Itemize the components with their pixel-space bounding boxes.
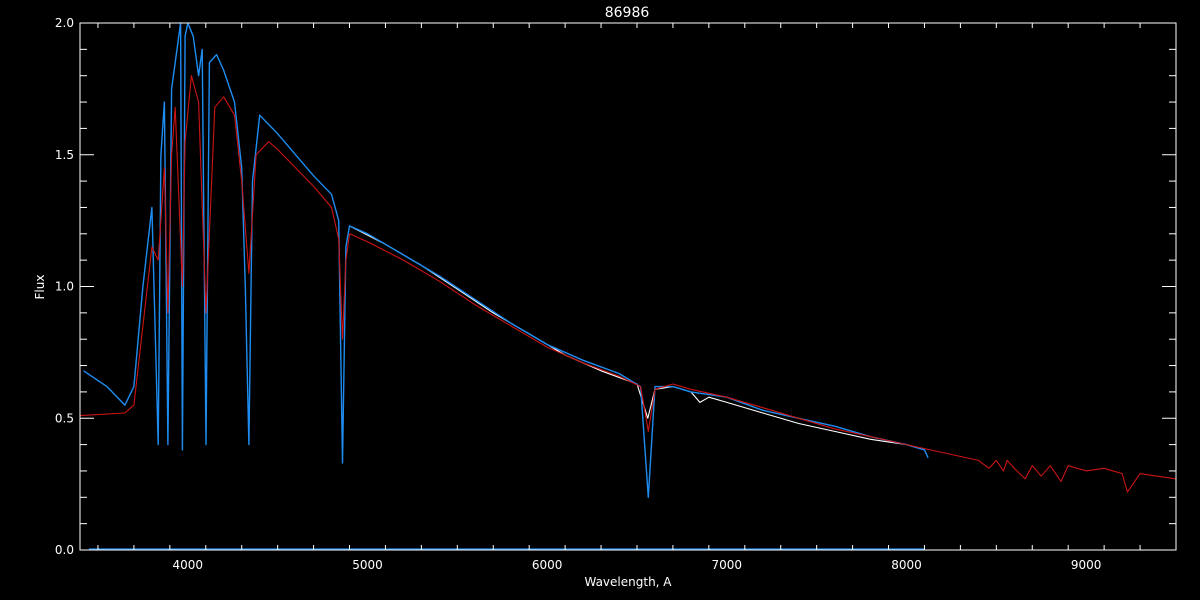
x-tick-label: 5000 <box>352 558 383 572</box>
y-tick-label: 1.0 <box>55 280 74 294</box>
blue-series-line <box>83 22 929 498</box>
white-series-line <box>349 225 925 451</box>
x-axis: 4000 5000 6000 7000 8000 9000 <box>97 23 1177 572</box>
x-tick-label: 4000 <box>173 558 204 572</box>
plot-frame <box>79 22 1177 551</box>
x-tick-label: 7000 <box>712 558 743 572</box>
spectrum-chart: 86986 4000 5000 6000 7000 8000 9000 0.0 0.5 1.0… <box>33 5 1177 589</box>
x-tick-label: 9000 <box>1071 558 1102 572</box>
y-tick-label: 1.5 <box>55 148 74 162</box>
x-axis-label: Wavelength, A <box>584 575 672 589</box>
red-series-line <box>79 75 1177 493</box>
y-tick-label: 2.0 <box>55 16 74 30</box>
chart-title: 86986 <box>605 5 650 21</box>
y-tick-label: 0.5 <box>55 411 74 425</box>
x-tick-label: 8000 <box>891 558 922 572</box>
x-tick-label: 6000 <box>532 558 563 572</box>
y-axis-label: Flux <box>33 275 47 300</box>
y-tick-label: 0.0 <box>55 543 74 557</box>
